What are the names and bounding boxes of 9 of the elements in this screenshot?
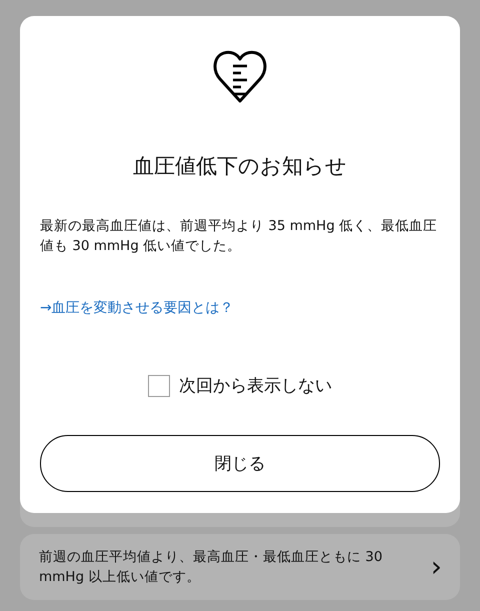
close-button[interactable]: 閉じる [40,435,440,492]
info-card[interactable]: 前週の血圧平均値より、最高血圧・最低血圧ともに 30 mmHg 以上低い値です。 › [20,534,460,600]
checkbox-label: 次回から表示しない [179,375,332,397]
info-link[interactable]: →血圧を変動させる要因とは？ [40,299,234,317]
dialog-title: 血圧値低下のお知らせ [133,153,347,180]
checkbox[interactable] [148,374,170,396]
info-text: 前週の血圧平均値より、最高血圧・最低血圧ともに 30 mmHg 以上低い値です。 [39,548,384,587]
chevron-icon: › [430,553,442,581]
dialog-message: 最新の最高血圧値は、前週平均より 35 mmHg 低く、最低血圧値も 30 mmHg 低い値でした。 [40,217,438,256]
